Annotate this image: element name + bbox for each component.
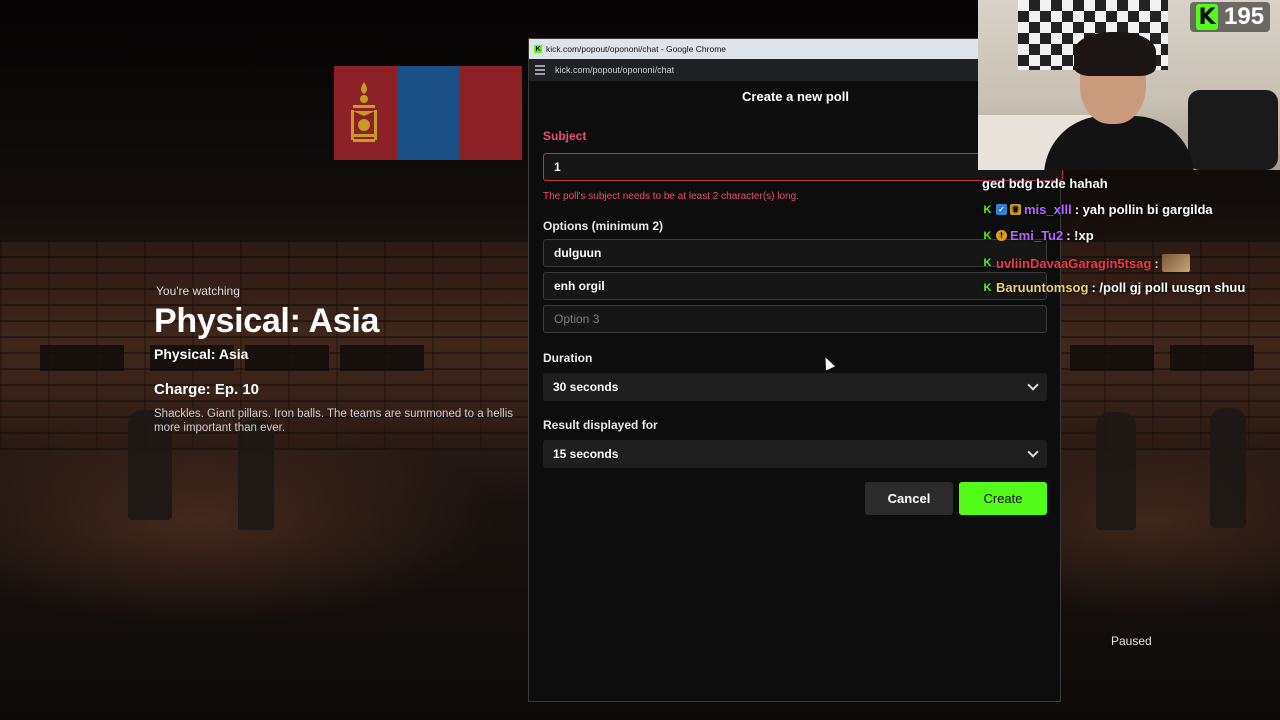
chat-message: K ! Emi_Tu2 : !xp <box>982 228 1094 243</box>
kick-badge-icon: K <box>983 257 992 269</box>
streamer-hair <box>1074 32 1156 76</box>
kick-badge-icon: K <box>983 203 992 216</box>
chat-message-text: : <box>1154 255 1159 271</box>
chat-username[interactable]: Baruuntomsog <box>996 280 1088 295</box>
chat-username[interactable]: uvliinDavaaGaragin5tsag <box>996 256 1151 271</box>
chevron-down-icon <box>1027 379 1039 391</box>
soyombo-icon <box>351 82 377 142</box>
subscriber-badge-icon: ! <box>996 230 1007 241</box>
chat-message: ged bdg bzde hahah <box>982 176 1108 191</box>
episode-title: Charge: Ep. 10 <box>154 381 260 398</box>
chat-message-text: : /poll gj poll uusgn shuu <box>1091 280 1246 295</box>
chat-message: K uvliinDavaaGaragin5tsag : <box>982 254 1190 272</box>
site-settings-icon[interactable] <box>535 65 545 75</box>
gaming-chair <box>1188 90 1278 170</box>
show-subtitle: Physical: Asia <box>154 346 249 362</box>
window-title: kick.com/popout/opononi/chat - Google Ch… <box>546 44 727 54</box>
url-text: kick.com/popout/opononi/chat <box>555 65 675 75</box>
emote-image <box>1161 254 1190 272</box>
options-label: Options (minimum 2) <box>543 219 663 233</box>
chat-message-text: : yah pollin bi gargilda <box>1074 202 1213 217</box>
kick-logo-icon: K <box>1196 4 1218 30</box>
wall-window <box>340 345 424 371</box>
subject-label: Subject <box>543 129 587 143</box>
crown-badge-icon: ♛ <box>1010 204 1021 215</box>
option-2-input[interactable]: enh orgil <box>543 272 1047 300</box>
create-button[interactable]: Create <box>959 482 1047 515</box>
subject-error-message: The poll's subject needs to be at least … <box>543 191 799 202</box>
chat-message: K ✓ ♛ mis_xlll : yah pollin bi gargilda <box>982 202 1213 217</box>
wall-window <box>40 345 124 371</box>
chat-username[interactable]: Emi_Tu2 <box>1010 228 1063 243</box>
kick-badge-icon: K <box>983 281 992 294</box>
contestant-silhouette <box>1210 408 1246 528</box>
contestant-silhouette <box>238 420 274 530</box>
mongolian-flag <box>334 66 523 160</box>
result-duration-value: 15 seconds <box>553 447 619 461</box>
wall-window <box>245 345 329 371</box>
duration-select[interactable]: 30 seconds <box>543 373 1047 401</box>
chat-username[interactable]: mis_xlll <box>1024 202 1072 217</box>
verified-badge-icon: ✓ <box>996 204 1007 215</box>
duration-value: 30 seconds <box>553 380 619 394</box>
watching-label: You're watching <box>156 284 240 298</box>
option-3-input[interactable]: Option 3 <box>543 305 1047 333</box>
kick-badge-icon: K <box>983 229 992 242</box>
chat-message-text: ged bdg bzde hahah <box>982 176 1108 191</box>
paused-indicator: Paused <box>1111 634 1152 648</box>
chevron-down-icon <box>1027 446 1039 458</box>
wall-window <box>1170 345 1254 371</box>
option-1-input[interactable]: dulguun <box>543 239 1047 267</box>
result-duration-select[interactable]: 15 seconds <box>543 440 1047 468</box>
kick-favicon-icon: K <box>534 45 542 53</box>
viewer-count-badge: K 195 <box>1190 2 1271 32</box>
viewer-count: 195 <box>1224 3 1265 30</box>
chat-message: K Baruuntomsog : /poll gj poll uusgn shu… <box>982 280 1246 295</box>
episode-synopsis: Shackles. Giant pillars. Iron balls. The… <box>154 408 514 434</box>
result-duration-label: Result displayed for <box>543 418 658 432</box>
duration-label: Duration <box>543 351 593 365</box>
mouse-cursor-icon <box>820 355 836 371</box>
contestant-silhouette <box>1096 412 1136 530</box>
chat-message-text: : !xp <box>1066 228 1094 243</box>
show-title: Physical: Asia <box>154 302 380 340</box>
wall-window <box>1070 345 1154 371</box>
cancel-button[interactable]: Cancel <box>865 482 953 515</box>
